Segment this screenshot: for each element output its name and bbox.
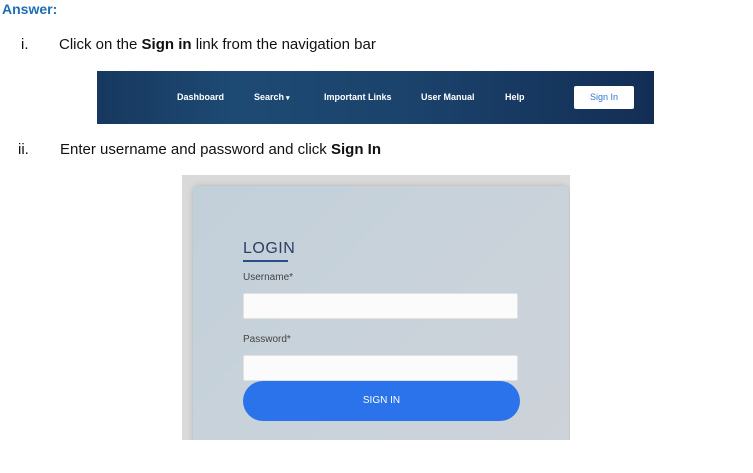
- step-2-number: ii.: [18, 141, 29, 158]
- step-2-text: Enter username and password and click Si…: [60, 141, 381, 158]
- password-label: Password*: [243, 334, 291, 345]
- answer-heading: Answer:: [2, 1, 58, 17]
- password-input[interactable]: [243, 355, 518, 381]
- nav-item-search[interactable]: Search ▾: [254, 71, 290, 124]
- username-input[interactable]: [243, 293, 518, 319]
- nav-item-user-manual[interactable]: User Manual: [421, 71, 475, 124]
- login-form-screenshot: LOGIN Username* Password* SIGN IN: [182, 175, 570, 440]
- login-title-underline: [243, 260, 288, 262]
- nav-item-dashboard[interactable]: Dashboard: [177, 71, 224, 124]
- nav-item-help[interactable]: Help: [505, 71, 525, 124]
- login-title: LOGIN: [243, 240, 296, 257]
- sign-in-button[interactable]: Sign In: [574, 86, 634, 109]
- sign-in-submit-button[interactable]: SIGN IN: [243, 381, 520, 421]
- login-card: LOGIN Username* Password* SIGN IN: [193, 186, 569, 440]
- step-1-number: i.: [21, 36, 29, 53]
- caret-down-icon: ▾: [286, 95, 290, 102]
- username-label: Username*: [243, 272, 294, 283]
- nav-item-important-links[interactable]: Important Links: [324, 71, 392, 124]
- navigation-bar-screenshot: Dashboard Search ▾ Important Links User M…: [97, 71, 654, 124]
- step-1-text: Click on the Sign in link from the navig…: [59, 36, 376, 53]
